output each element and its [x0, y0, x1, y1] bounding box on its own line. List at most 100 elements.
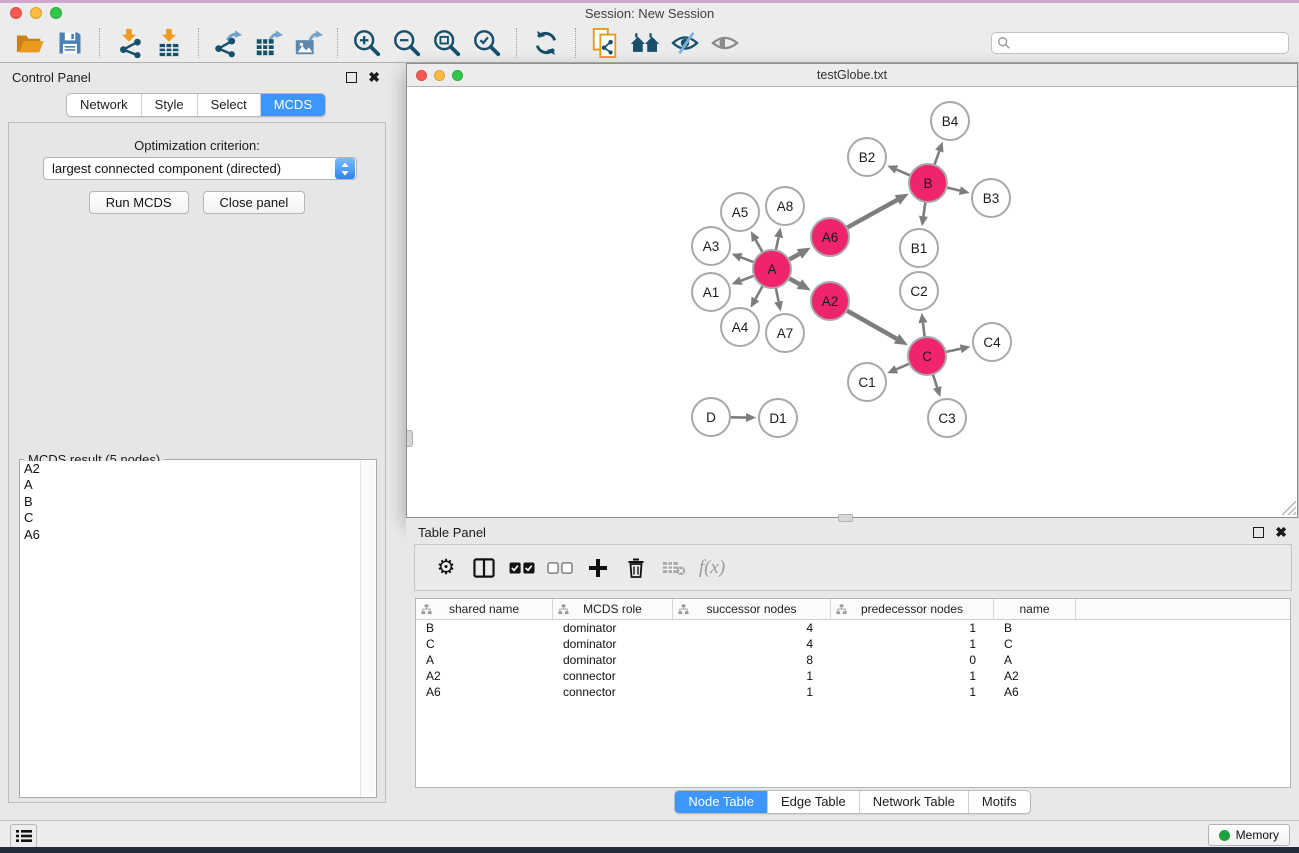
home-button[interactable]	[625, 26, 665, 60]
graph-edge[interactable]	[933, 374, 937, 387]
delete-table-button[interactable]	[655, 549, 693, 587]
tab-mcds[interactable]: MCDS	[260, 94, 325, 116]
function-builder-button[interactable]: f(x)	[693, 549, 731, 587]
graph-edge[interactable]	[946, 349, 961, 352]
graph-edge[interactable]	[776, 237, 779, 250]
save-button[interactable]	[50, 26, 90, 60]
result-scrollbar[interactable]	[360, 461, 375, 796]
memory-button[interactable]: Memory	[1208, 824, 1290, 846]
table-row[interactable]: Adominator80A	[416, 652, 1290, 668]
select-all-button[interactable]	[503, 549, 541, 587]
graph-edge-arrowhead	[959, 186, 970, 195]
result-item[interactable]: C	[21, 510, 360, 526]
deselect-all-button[interactable]	[541, 549, 579, 587]
search-field[interactable]	[991, 32, 1289, 54]
splitter-handle-icon[interactable]	[407, 430, 413, 447]
import-table-icon	[154, 28, 184, 58]
graph-edge[interactable]	[896, 364, 909, 370]
graph-node-label: A1	[703, 285, 720, 300]
graph-edge[interactable]	[789, 254, 800, 260]
export-image-button[interactable]	[288, 26, 328, 60]
close-panel-icon[interactable]: ✖	[368, 72, 380, 83]
table-cell: C	[994, 636, 1076, 652]
table-row[interactable]: Bdominator41B	[416, 620, 1290, 636]
run-mcds-button[interactable]: Run MCDS	[89, 191, 189, 214]
minimize-traffic-light[interactable]	[30, 7, 42, 19]
graph-edge[interactable]	[776, 288, 779, 302]
tab-select[interactable]: Select	[197, 94, 260, 116]
float-panel-icon[interactable]	[346, 72, 357, 83]
graph-node-label: A4	[732, 320, 749, 335]
zoom-selected-button[interactable]	[467, 26, 507, 60]
close-traffic-light[interactable]	[10, 7, 22, 19]
tab-motifs[interactable]: Motifs	[968, 791, 1030, 813]
network-graph[interactable]: B4B2BB3B1C2A5A8A6A3AA1A2A4A7C1CC4C3DD1	[407, 87, 1297, 516]
export-table-button[interactable]	[248, 26, 288, 60]
tab-network-table[interactable]: Network Table	[859, 791, 968, 813]
search-input[interactable]	[1011, 34, 1283, 52]
tab-node-table[interactable]: Node Table	[675, 791, 767, 813]
table-panel-header: Table Panel ✖	[406, 518, 1299, 544]
tab-style[interactable]: Style	[141, 94, 197, 116]
graph-edge[interactable]	[946, 187, 959, 190]
column-view-button[interactable]	[465, 549, 503, 587]
table-cell: 1	[673, 668, 831, 684]
column-header-shared-name[interactable]: shared name	[416, 599, 553, 619]
tab-network[interactable]: Network	[67, 94, 141, 116]
refresh-button[interactable]	[526, 26, 566, 60]
hide-eye-button[interactable]	[665, 26, 705, 60]
zoom-fit-button[interactable]	[427, 26, 467, 60]
export-network-button[interactable]	[208, 26, 248, 60]
column-header-MCDS-role[interactable]: MCDS role	[553, 599, 673, 619]
graph-edge[interactable]	[847, 200, 898, 228]
graph-edge[interactable]	[755, 286, 762, 299]
graph-edge[interactable]	[789, 278, 800, 284]
show-eye-button[interactable]	[705, 26, 745, 60]
column-header-predecessor-nodes[interactable]: predecessor nodes	[831, 599, 994, 619]
result-item[interactable]: B	[21, 494, 360, 510]
table-row[interactable]: Cdominator41C	[416, 636, 1290, 652]
export-image-icon	[293, 28, 323, 58]
network-document-icon	[590, 27, 620, 59]
divider-handle-icon[interactable]	[838, 514, 853, 522]
resize-grip-icon[interactable]	[1282, 501, 1296, 515]
column-header-successor-nodes[interactable]: successor nodes	[673, 599, 831, 619]
zoom-traffic-light[interactable]	[452, 70, 463, 81]
result-item[interactable]: A	[21, 477, 360, 493]
open-folder-button[interactable]	[10, 26, 50, 60]
network-document-button[interactable]	[585, 26, 625, 60]
graph-edge[interactable]	[756, 240, 763, 253]
close-panel-icon[interactable]: ✖	[1275, 527, 1287, 538]
graph-edge[interactable]	[896, 170, 910, 176]
table-row[interactable]: A2connector11A2	[416, 668, 1290, 684]
graph-node-label: A7	[777, 326, 794, 341]
table-cell: 1	[673, 684, 831, 700]
column-header-name[interactable]: name	[994, 599, 1076, 619]
table-row[interactable]: A6connector11A6	[416, 684, 1290, 700]
result-item[interactable]: A6	[21, 527, 360, 543]
network-canvas[interactable]: B4B2BB3B1C2A5A8A6A3AA1A2A4A7C1CC4C3DD1	[407, 87, 1297, 516]
criterion-dropdown[interactable]: largest connected component (directed)	[43, 157, 357, 180]
graph-edge[interactable]	[847, 310, 897, 338]
graph-edge[interactable]	[923, 323, 925, 337]
close-traffic-light[interactable]	[416, 70, 427, 81]
minimize-traffic-light[interactable]	[434, 70, 445, 81]
import-table-button[interactable]	[149, 26, 189, 60]
graph-edge[interactable]	[741, 276, 754, 281]
graph-edge[interactable]	[741, 257, 754, 262]
table-settings-button[interactable]: ⚙	[427, 549, 465, 587]
delete-column-button[interactable]	[617, 549, 655, 587]
task-history-button[interactable]	[10, 824, 37, 848]
table-header-row: shared nameMCDS rolesuccessor nodesprede…	[416, 599, 1290, 620]
graph-edge[interactable]	[934, 151, 939, 165]
tab-edge-table[interactable]: Edge Table	[767, 791, 859, 813]
zoom-out-button[interactable]	[387, 26, 427, 60]
graph-edge[interactable]	[923, 202, 925, 216]
import-network-button[interactable]	[109, 26, 149, 60]
close-panel-button[interactable]: Close panel	[203, 191, 306, 214]
zoom-in-button[interactable]	[347, 26, 387, 60]
add-column-button[interactable]	[579, 549, 617, 587]
float-panel-icon[interactable]	[1253, 527, 1264, 538]
zoom-traffic-light[interactable]	[50, 7, 62, 19]
result-item[interactable]: A2	[21, 461, 360, 477]
